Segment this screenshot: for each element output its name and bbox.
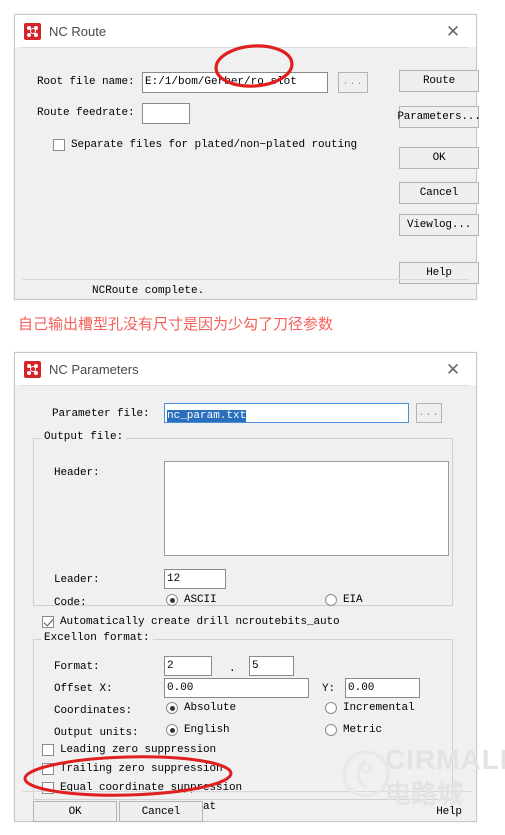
units-option-metric[interactable]: Metric: [325, 724, 382, 736]
code-label: Code:: [54, 597, 87, 609]
auto-create-drill-checkbox[interactable]: [42, 616, 54, 628]
trailing-zero-suppression-checkbox[interactable]: [42, 763, 54, 775]
parameter-file-label: Parameter file:: [52, 408, 150, 420]
annotation-caption: 自己输出槽型孔没有尺寸是因为少勾了刀径参数: [18, 315, 334, 333]
trailing-zero-suppression-label: Trailing zero suppression: [60, 763, 223, 775]
status-text: NCRoute complete.: [92, 285, 205, 297]
excellon-format-group-title: Excellon format:: [41, 632, 153, 644]
separate-files-checkbox-row[interactable]: Separate files for plated/non−plated rou…: [53, 139, 357, 151]
radio-eia[interactable]: [325, 594, 337, 606]
cancel-button[interactable]: Cancel: [399, 182, 479, 204]
leading-zero-suppression-row[interactable]: Leading zero suppression: [42, 744, 216, 756]
code-ascii-label: ASCII: [184, 594, 217, 606]
root-file-browse-button[interactable]: ...: [338, 72, 368, 93]
header-textarea[interactable]: [164, 461, 449, 556]
radio-ascii[interactable]: [166, 594, 178, 606]
screenshot-page: NC Route ✕ Root file name: E:/1/bom/Gerb…: [0, 0, 505, 835]
params-ok-button[interactable]: OK: [33, 801, 117, 822]
leading-zero-suppression-label: Leading zero suppression: [60, 744, 217, 756]
auto-create-drill-checkbox-row[interactable]: Automatically create drill ncroutebits_a…: [42, 616, 340, 628]
format-integer-input[interactable]: 2: [164, 656, 212, 676]
leader-input[interactable]: 12: [164, 569, 226, 589]
parameter-file-input[interactable]: nc_param.txt: [164, 403, 409, 423]
parameter-file-value: nc_param.txt: [167, 410, 247, 422]
nc-parameters-client: Parameter file: nc_param.txt ... Output …: [22, 385, 469, 815]
parameter-file-browse-button[interactable]: ...: [416, 403, 442, 423]
nc-app-icon: [24, 360, 41, 378]
output-file-group-title: Output file:: [41, 431, 127, 443]
route-feedrate-label: Route feedrate:: [37, 107, 135, 119]
root-file-label: Root file name:: [37, 76, 135, 88]
format-decimal-input[interactable]: 5: [249, 656, 294, 676]
coordinates-option-absolute[interactable]: Absolute: [166, 702, 236, 714]
equal-coordinate-suppression-checkbox[interactable]: [42, 782, 54, 794]
params-help-button[interactable]: Help: [407, 801, 491, 822]
offset-x-label: Offset X:: [54, 683, 113, 695]
offset-y-label: Y:: [322, 683, 336, 695]
button-bar-separator: [22, 791, 471, 792]
help-button[interactable]: Help: [399, 262, 479, 284]
close-icon[interactable]: ✕: [436, 15, 470, 47]
ok-button[interactable]: OK: [399, 147, 479, 169]
radio-incremental[interactable]: [325, 702, 337, 714]
separate-files-label: Separate files for plated/non−plated rou…: [71, 139, 358, 151]
coordinates-absolute-label: Absolute: [184, 702, 237, 714]
nc-route-titlebar: NC Route ✕: [15, 15, 476, 47]
leader-label: Leader:: [54, 574, 100, 586]
parameters-button[interactable]: Parameters...: [397, 106, 481, 128]
offset-y-input[interactable]: 0.00: [345, 678, 420, 698]
format-label: Format:: [54, 661, 100, 673]
radio-absolute[interactable]: [166, 702, 178, 714]
output-units-label: Output units:: [54, 727, 139, 739]
units-metric-label: Metric: [343, 724, 383, 736]
offset-x-input[interactable]: 0.00: [164, 678, 309, 698]
equal-coordinate-suppression-row[interactable]: Equal coordinate suppression: [42, 782, 242, 794]
status-separator: [22, 279, 469, 280]
viewlog-button[interactable]: Viewlog...: [399, 214, 479, 236]
route-button[interactable]: Route: [399, 70, 479, 92]
coordinates-label: Coordinates:: [54, 705, 133, 717]
radio-metric[interactable]: [325, 724, 337, 736]
nc-app-icon: [24, 22, 41, 40]
leading-zero-suppression-checkbox[interactable]: [42, 744, 54, 756]
code-eia-label: EIA: [343, 594, 363, 606]
close-icon[interactable]: ✕: [436, 353, 470, 385]
code-option-ascii[interactable]: ASCII: [166, 594, 217, 606]
nc-parameters-title: NC Parameters: [49, 361, 139, 377]
root-file-input[interactable]: E:/1/bom/Gerber/ro slot: [142, 72, 328, 93]
route-feedrate-input[interactable]: [142, 103, 190, 124]
equal-coordinate-suppression-label: Equal coordinate suppression: [60, 782, 243, 794]
trailing-zero-suppression-row[interactable]: Trailing zero suppression: [42, 763, 223, 775]
nc-route-title: NC Route: [49, 23, 107, 39]
format-dot-separator: .: [229, 663, 236, 675]
radio-english[interactable]: [166, 724, 178, 736]
code-option-eia[interactable]: EIA: [325, 594, 363, 606]
nc-parameters-dialog: NC Parameters ✕ Parameter file: nc_param…: [14, 352, 477, 822]
params-cancel-button[interactable]: Cancel: [119, 801, 203, 822]
coordinates-incremental-label: Incremental: [343, 702, 415, 714]
separate-files-checkbox[interactable]: [53, 139, 65, 151]
units-english-label: English: [184, 724, 230, 736]
auto-create-drill-label: Automatically create drill ncroutebits_a…: [60, 616, 340, 628]
units-option-english[interactable]: English: [166, 724, 230, 736]
nc-route-dialog: NC Route ✕ Root file name: E:/1/bom/Gerb…: [14, 14, 481, 300]
nc-parameters-titlebar: NC Parameters ✕: [15, 353, 476, 385]
nc-route-client: Root file name: E:/1/bom/Gerber/ro slot …: [22, 47, 481, 297]
coordinates-option-incremental[interactable]: Incremental: [325, 702, 415, 714]
header-label: Header:: [54, 467, 100, 479]
